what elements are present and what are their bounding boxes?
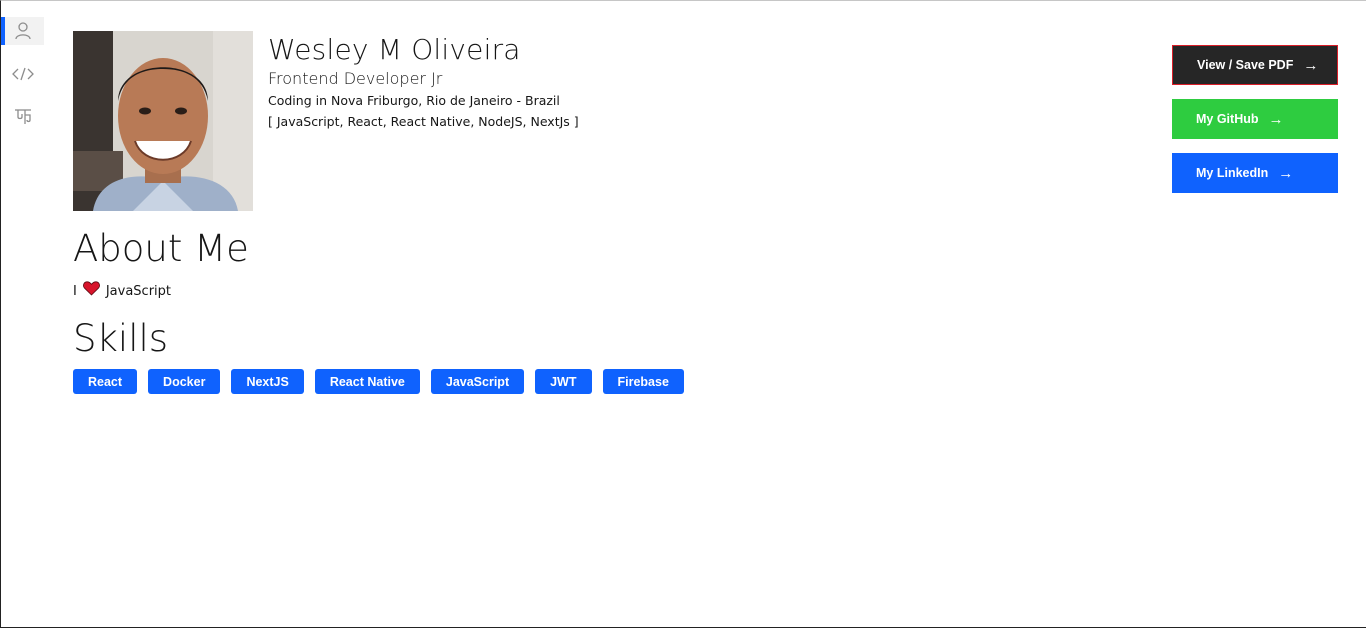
about-suffix: JavaScript <box>105 283 172 299</box>
side-nav <box>1 1 47 627</box>
about-heading: About Me <box>73 227 249 270</box>
nav-item-language[interactable] <box>1 103 44 131</box>
skill-tag-firebase[interactable]: Firebase <box>602 369 684 394</box>
profile-location: Coding in Nova Friburgo, Rio de Janeiro … <box>268 93 560 108</box>
arrow-right-icon: → <box>1303 56 1319 74</box>
skills-heading: Skills <box>73 317 169 360</box>
nav-item-code[interactable] <box>1 60 44 88</box>
skill-tag-react[interactable]: React <box>73 369 138 394</box>
skill-tag-jwt[interactable]: JWT <box>535 369 592 394</box>
profile-stack: [ JavaScript, React, React Native, NodeJ… <box>268 114 579 129</box>
arrow-right-icon: → <box>1278 164 1294 182</box>
code-icon <box>11 67 34 81</box>
view-save-pdf-button[interactable]: View / Save PDF → <box>1172 45 1338 85</box>
heart-icon <box>82 281 100 302</box>
arrow-right-icon: → <box>1268 110 1284 128</box>
skill-tag-react-native[interactable]: React Native <box>314 369 420 394</box>
skills-list: React Docker NextJS React Native JavaScr… <box>73 369 684 394</box>
github-button[interactable]: My GitHub → <box>1172 99 1338 139</box>
nav-item-profile[interactable] <box>1 17 44 45</box>
profile-name: Wesley M Oliveira <box>268 33 521 66</box>
github-button-label: My GitHub <box>1196 112 1259 126</box>
linkedin-button[interactable]: My LinkedIn → <box>1172 153 1338 193</box>
about-prefix: I <box>73 283 77 299</box>
skill-tag-nextjs[interactable]: NextJS <box>231 369 304 394</box>
skill-tag-docker[interactable]: Docker <box>148 369 221 394</box>
translate-icon <box>14 109 31 124</box>
skill-tag-javascript[interactable]: JavaScript <box>430 369 525 394</box>
profile-photo <box>73 31 253 211</box>
profile-role: Frontend Developer Jr <box>268 69 443 88</box>
user-icon <box>14 22 31 40</box>
about-text: I JavaScript <box>73 281 171 302</box>
linkedin-button-label: My LinkedIn <box>1196 166 1269 180</box>
pdf-button-label: View / Save PDF <box>1197 58 1294 72</box>
